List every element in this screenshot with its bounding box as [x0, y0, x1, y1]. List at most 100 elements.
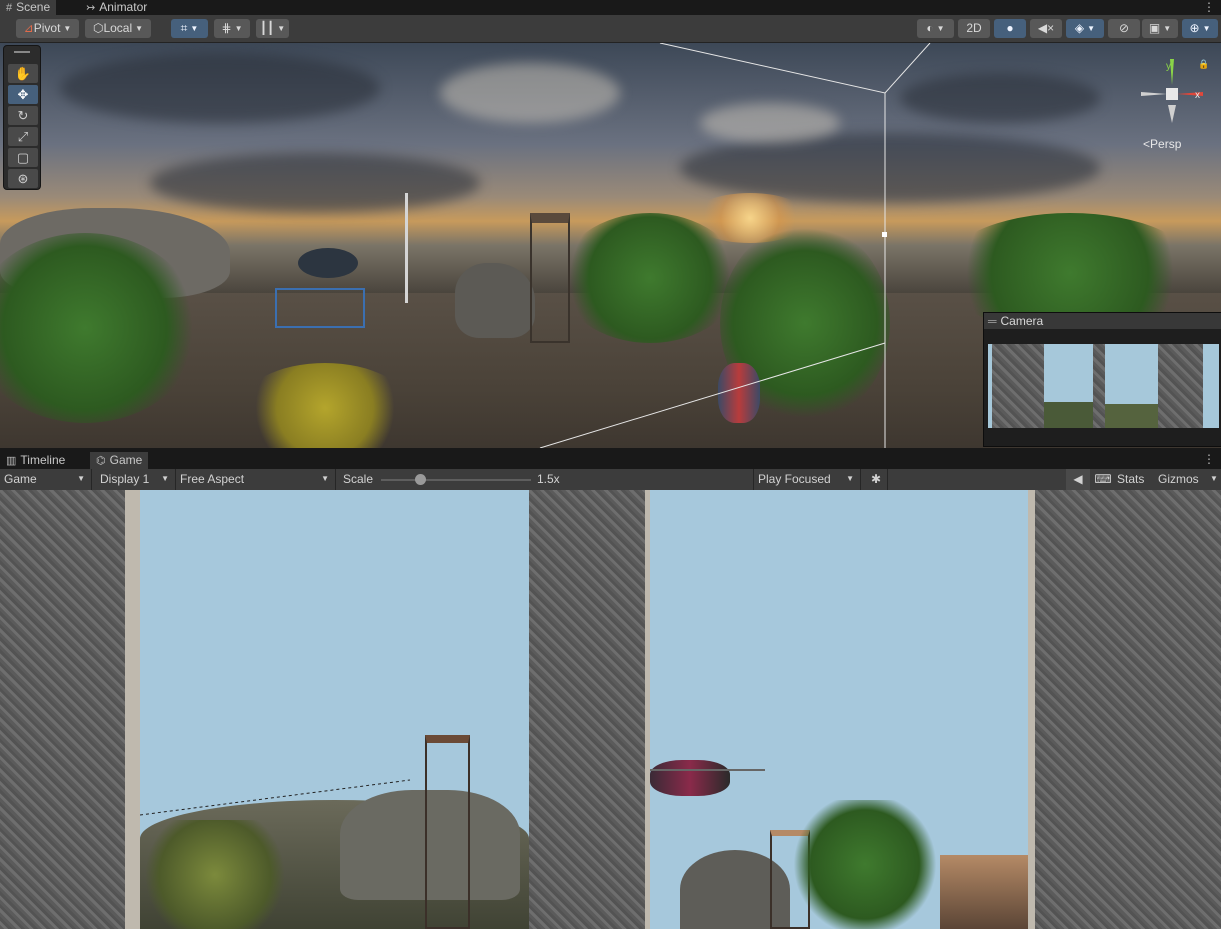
eye-hidden-icon: ⊘ [1118, 21, 1130, 35]
chevron-down-icon: ▼ [190, 24, 199, 34]
bottom-tab-bar: ▥ Timeline ⌬ Game ⋮ [0, 452, 1221, 469]
snap-icon: ⋕ [221, 21, 232, 35]
orientation-gizmo[interactable]: y x 🔒 [1135, 55, 1215, 135]
tool-palette: ✋ ✥ ↻ ⤢ ▢ ⊛ [3, 45, 41, 190]
camera-preview-image [988, 344, 1219, 428]
rotate-icon: ↻ [17, 108, 29, 123]
pillar [992, 344, 1044, 428]
incremental-snap-button[interactable]: ⋕ ▼ [214, 19, 250, 38]
camera-icon: ▣ [1148, 21, 1161, 35]
keyboard-shortcuts-toggle[interactable]: ⌨ [1092, 469, 1114, 490]
tab-scene[interactable]: # Scene [0, 0, 57, 15]
camera-settings-button[interactable]: ▣ ▼ [1142, 19, 1178, 38]
top-tab-bar: # Scene ↣ Animator ⋮ [0, 0, 1221, 15]
layers-icon: ◈ [1074, 21, 1085, 35]
building [940, 855, 1028, 929]
camera-preview-title[interactable]: ═ Camera [984, 313, 1221, 329]
pivot-toggle[interactable]: ⊿Pivot ▼ [16, 19, 79, 38]
gamepad-icon: ⌬ [96, 455, 106, 467]
hand-tool-button[interactable]: ✋ [8, 64, 38, 83]
more-options-icon[interactable]: ⋮ [1203, 452, 1215, 466]
animator-icon: ↣ [86, 2, 96, 14]
helicopter [650, 760, 730, 796]
chevron-down-icon: ▼ [1202, 24, 1211, 34]
scale-label: Scale [343, 472, 374, 486]
pillar [529, 490, 646, 929]
camera-preview-panel: ═ Camera [983, 312, 1221, 447]
more-options-icon[interactable]: ⋮ [1203, 0, 1215, 14]
frame-debugger-button[interactable]: ✱ [865, 469, 888, 490]
pivot-icon: ⊿ [23, 21, 34, 35]
foliage [1105, 404, 1158, 428]
rect-tool-button[interactable]: ▢ [8, 148, 38, 167]
game-view-select[interactable]: Game ▼ [0, 469, 92, 490]
display-select[interactable]: Display 1 ▼ [96, 469, 176, 490]
scale-value: 1.5x [537, 472, 560, 486]
chevron-down-icon: ▼ [277, 24, 286, 34]
cube-icon: ⬡ [92, 21, 104, 35]
drag-handle-icon: ═ [988, 314, 997, 328]
audio-toggle[interactable]: ◀× [1030, 19, 1062, 38]
grid-snapping-button[interactable]: ⌗ ▼ [171, 19, 208, 38]
gizmos-button[interactable]: Gizmos [1158, 469, 1199, 490]
mute-audio-toggle[interactable]: ◀ [1066, 469, 1090, 490]
chevron-down-icon: ▼ [135, 24, 144, 34]
chevron-down-icon: ▼ [1087, 24, 1096, 34]
effects-toggle[interactable]: ◈ ▼ [1066, 19, 1104, 38]
chevron-down-icon: ▼ [1163, 24, 1172, 34]
move-tool-button[interactable]: ✥ [8, 85, 38, 104]
tab-game[interactable]: ⌬ Game [90, 452, 149, 469]
aspect-select[interactable]: Free Aspect ▼ [176, 469, 336, 490]
scene-viewport[interactable]: ✋ ✥ ↻ ⤢ ▢ ⊛ y x 🔒 <Persp ═ Camera [0, 43, 1221, 448]
transform-tool-button[interactable]: ⊛ [8, 169, 38, 188]
perspective-icon: < [1143, 137, 1151, 151]
draw-mode-button[interactable]: ◐ ▼ [917, 19, 954, 38]
scale-slider-thumb[interactable] [415, 474, 426, 485]
tab-timeline[interactable]: ▥ Timeline [0, 452, 71, 469]
gizmos-toggle[interactable]: ⊕ ▼ [1182, 19, 1218, 38]
bug-icon: ✱ [870, 472, 882, 486]
rotate-tool-button[interactable]: ↻ [8, 106, 38, 125]
stats-button[interactable]: Stats [1117, 469, 1144, 490]
scene-visibility-toggle[interactable]: ⊘ [1108, 19, 1140, 38]
chevron-down-icon: ▼ [161, 474, 169, 483]
scale-slider-track[interactable] [381, 474, 531, 485]
hand-icon: ✋ [14, 66, 32, 81]
rect-icon: ▢ [16, 150, 30, 165]
shading-sphere-icon: ◐ [926, 21, 934, 35]
scene-toolbar: ⊿Pivot ▼ ⬡Local ▼ ⌗ ▼ ⋕ ▼ ┃┃ ▼ ◐ ▼ 2D ● ◀× ◈ ▼ … [0, 15, 1221, 43]
local-toggle[interactable]: ⬡Local ▼ [85, 19, 151, 38]
sky-left [140, 490, 529, 929]
pillar-edge [1028, 490, 1035, 929]
pillar [1093, 344, 1105, 428]
scale-icon: ⤢ [17, 129, 29, 144]
chevron-down-icon[interactable]: ▼ [1210, 469, 1218, 490]
globe-icon: ⊕ [1189, 21, 1200, 35]
axis-x-label: x [1195, 90, 1200, 101]
chevron-down-icon: ▼ [63, 24, 72, 34]
drag-handle[interactable] [14, 51, 30, 53]
mode-2d-button[interactable]: 2D [958, 19, 990, 38]
keyboard-icon: ⌨ [1094, 472, 1112, 486]
foliage [140, 820, 290, 929]
chevron-down-icon: ▼ [234, 24, 243, 34]
chevron-down-icon: ▼ [77, 474, 85, 483]
lighting-toggle[interactable]: ● [994, 19, 1026, 38]
ruler-icon: ┃┃ [259, 21, 275, 35]
grid-snap-icon: ⌗ [180, 21, 188, 35]
game-toolbar: Game ▼ Display 1 ▼ Free Aspect ▼ Scale 1.5x… [0, 469, 1221, 491]
chevron-down-icon: ▼ [321, 474, 329, 483]
sky-right [650, 490, 1028, 929]
play-mode-select[interactable]: Play Focused ▼ [753, 469, 861, 490]
view-mode-label[interactable]: <Persp [1143, 137, 1181, 151]
grid-icon: # [6, 2, 13, 14]
tab-animator[interactable]: ↣ Animator [80, 0, 153, 15]
foliage [1044, 402, 1093, 428]
game-viewport[interactable] [0, 490, 1221, 929]
pillar [1035, 490, 1221, 929]
ruler-button[interactable]: ┃┃ ▼ [256, 19, 289, 38]
scale-tool-button[interactable]: ⤢ [8, 127, 38, 146]
lightbulb-icon: ● [1006, 21, 1014, 35]
axis-y-label: y [1166, 61, 1171, 72]
svg-text:🔒: 🔒 [1198, 59, 1209, 69]
